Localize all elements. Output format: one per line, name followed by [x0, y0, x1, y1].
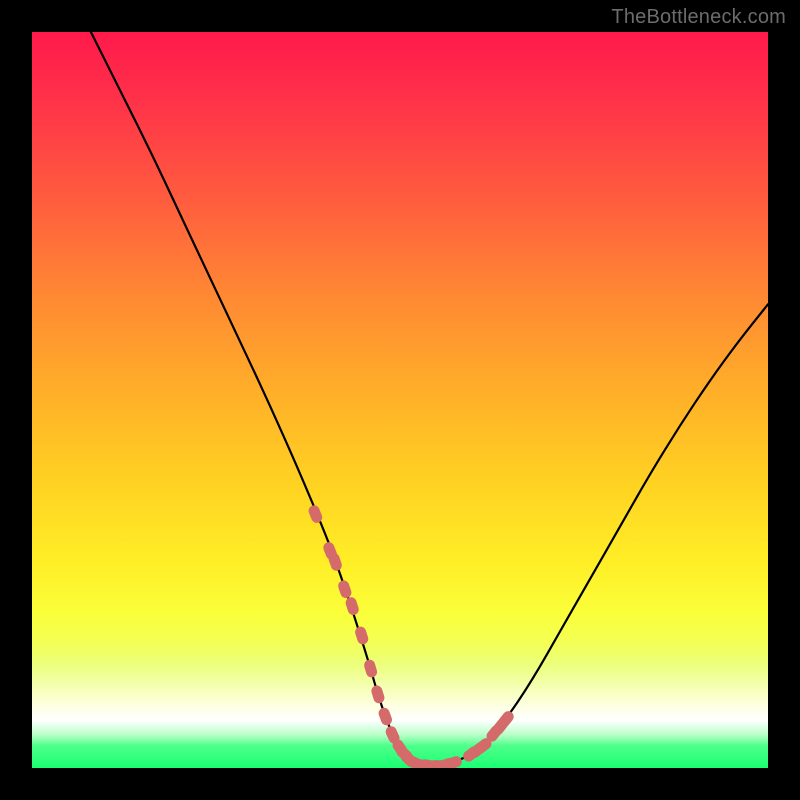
chart-svg — [32, 32, 768, 768]
marker-point — [370, 684, 386, 704]
marker-point — [363, 658, 379, 678]
marker-point — [344, 596, 360, 616]
marker-point — [443, 755, 464, 768]
marker-point — [337, 579, 353, 600]
chart-frame: TheBottleneck.com — [0, 0, 800, 800]
watermark-text: TheBottleneck.com — [611, 6, 786, 29]
plot-area — [32, 32, 768, 768]
marker-point — [307, 504, 324, 525]
curve-line — [91, 32, 768, 766]
marker-point — [354, 625, 370, 645]
curve-markers — [307, 504, 516, 768]
marker-point — [377, 706, 393, 727]
